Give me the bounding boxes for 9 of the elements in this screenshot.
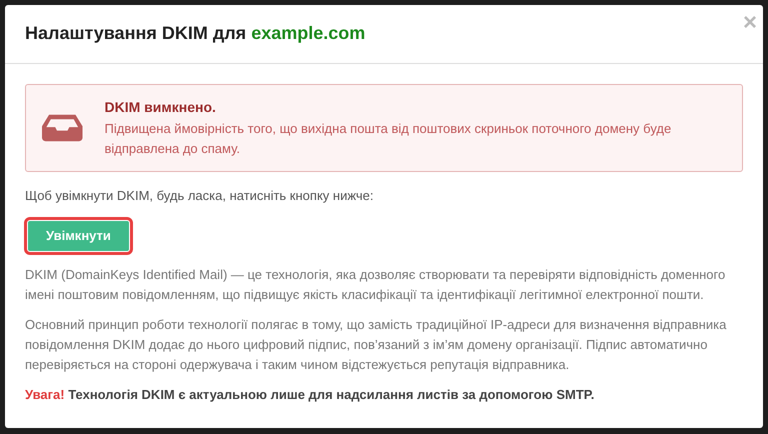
alert-title: DKIM вимкнено. [104, 98, 217, 117]
close-button[interactable]: × [742, 12, 757, 34]
inbox-icon [42, 113, 83, 143]
instruction-text: Щоб увімкнути DKIM, будь ласка, натисніть кнопку нижче: [25, 187, 374, 205]
description-paragraph: Основний принцип роботи технології полягає в тому, що замість традиційної IP-адреси для визначення відправника повідомлення DKIM додає до нього цифровий підпис, пов’язаний з ім’ям домену організації. Підпис автоматично перевіряється на стороні одержувача і таким чином відстежується репутація відправника. [25, 316, 728, 374]
alert-message: Підвищена ймовірність того, що вихідна пошта від поштових скриньок поточного домену буде відправлена до спаму. [104, 120, 672, 158]
warning-note: Увага! Технологія DKIM є актуальною лише для надсилання листів за допомогою SMTP. [25, 386, 596, 404]
description-paragraph: DKIM (DomainKeys Identified Mail) — це технологія, яка дозволяє створювати та перевіряти відповідність доменного імені поштовим повідомленням, що підвищує якість класифікації та ідентифікації легітимної електронної пошти. [25, 266, 726, 304]
modal-title: Налаштування DKIM для example.com [25, 22, 366, 45]
